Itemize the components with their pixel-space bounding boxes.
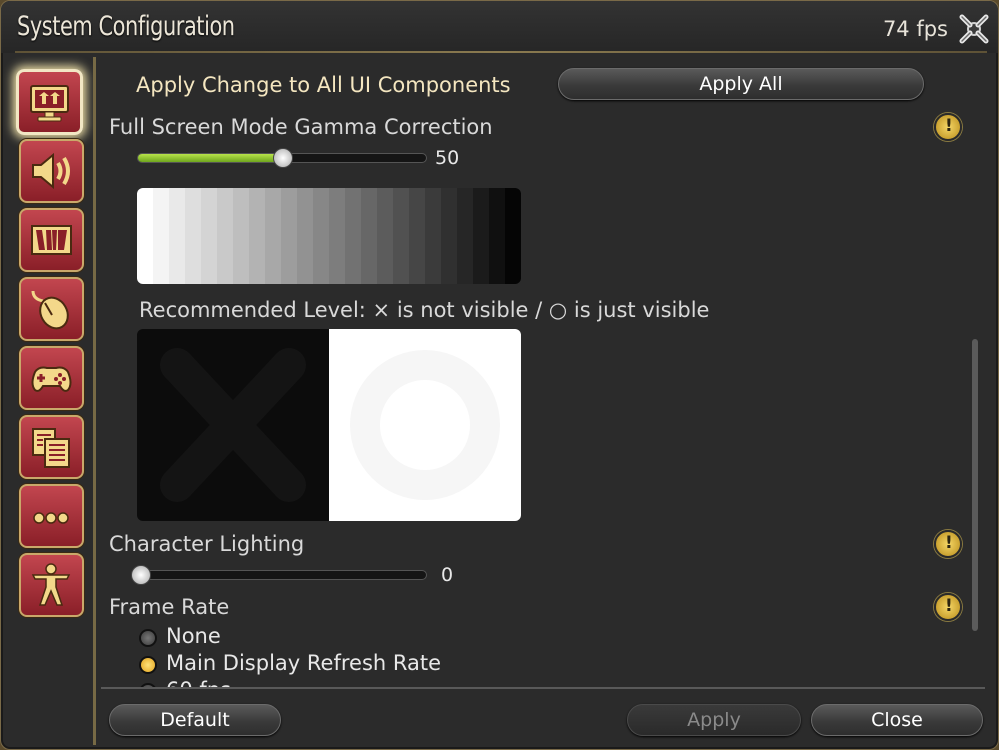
frame-rate-none-radio[interactable] (139, 629, 157, 647)
frame-rate-main-display-label: Main Display Refresh Rate (166, 651, 442, 675)
sidebar-item-misc[interactable] (19, 484, 84, 548)
sidebar-item-display[interactable] (16, 69, 83, 135)
gradient-step (473, 188, 489, 284)
settings-panel: Apply Change to All UI Components Apply … (101, 53, 981, 687)
close-window-icon[interactable] (958, 13, 990, 45)
sidebar-divider (93, 57, 96, 745)
gamma-value: 50 (435, 147, 460, 169)
gradient-step (457, 188, 473, 284)
gradient-step (505, 188, 521, 284)
gamma-gradient-swatch (137, 188, 521, 284)
apply-button[interactable]: Apply (627, 704, 801, 736)
gradient-step (409, 188, 425, 284)
gamma-label: Full Screen Mode Gamma Correction (109, 115, 493, 139)
gamma-test-pattern (137, 329, 521, 521)
gradient-step (185, 188, 201, 284)
sidebar-item-other[interactable] (19, 415, 84, 479)
gradient-step (345, 188, 361, 284)
frame-rate-none-label: None (166, 624, 221, 648)
gradient-step (137, 188, 153, 284)
monitor-icon (30, 85, 69, 122)
gradient-step (265, 188, 281, 284)
gradient-step (313, 188, 329, 284)
gradient-step (201, 188, 217, 284)
footer-divider (101, 687, 985, 689)
gradient-step (393, 188, 409, 284)
gradient-step (425, 188, 441, 284)
speaker-icon (32, 152, 70, 190)
frame-rate-label: Frame Rate (109, 595, 230, 619)
sidebar-item-accessibility[interactable] (19, 553, 84, 617)
stage-icon (31, 225, 72, 255)
sidebar-item-gamepad[interactable] (19, 346, 84, 410)
documents-icon (32, 428, 70, 468)
gamma-slider-fill (138, 154, 282, 162)
gradient-step (329, 188, 345, 284)
gamepad-icon (31, 366, 72, 392)
gamma-info-icon[interactable]: ! (934, 113, 962, 141)
close-button[interactable]: Close (811, 704, 983, 736)
category-sidebar (1, 53, 97, 749)
character-lighting-slider[interactable] (131, 565, 427, 585)
title-bar: System Configuration 74 fps (1, 1, 998, 53)
frame-rate-info-icon[interactable]: ! (934, 593, 962, 621)
gradient-step (217, 188, 233, 284)
sidebar-item-sound[interactable] (19, 139, 84, 203)
gradient-step (233, 188, 249, 284)
system-configuration-window: System Configuration 74 fps Apply Change… (0, 0, 999, 750)
gamma-slider-knob[interactable] (273, 148, 293, 168)
gradient-step (377, 188, 393, 284)
gradient-step (153, 188, 169, 284)
ellipsis-icon (33, 512, 69, 524)
gradient-step (169, 188, 185, 284)
recommended-level-label: Recommended Level: × is not visible / ○ … (139, 298, 710, 322)
character-lighting-value: 0 (441, 564, 454, 586)
settings-scrollbar[interactable] (972, 339, 978, 631)
gradient-step (281, 188, 297, 284)
gradient-step (361, 188, 377, 284)
sidebar-item-mouse[interactable] (19, 277, 84, 341)
apply-all-button[interactable]: Apply All (558, 68, 924, 100)
character-lighting-info-icon[interactable]: ! (934, 530, 962, 558)
mouse-icon (31, 290, 69, 330)
frame-rate-main-display-radio[interactable] (139, 656, 157, 674)
gradient-step (297, 188, 313, 284)
sidebar-item-graphics[interactable] (19, 208, 84, 272)
gradient-step (249, 188, 265, 284)
character-lighting-label: Character Lighting (109, 532, 305, 556)
figure-icon (31, 563, 71, 606)
character-lighting-slider-knob[interactable] (131, 565, 151, 585)
default-button[interactable]: Default (109, 704, 281, 736)
gradient-step (489, 188, 505, 284)
gamma-slider[interactable] (137, 148, 427, 168)
fps-counter: 74 fps (882, 17, 948, 41)
window-title: System Configuration (17, 11, 235, 42)
frame-rate-60fps-label: 60 fps (166, 678, 231, 687)
apply-change-label: Apply Change to All UI Components (136, 73, 511, 97)
gradient-step (441, 188, 457, 284)
